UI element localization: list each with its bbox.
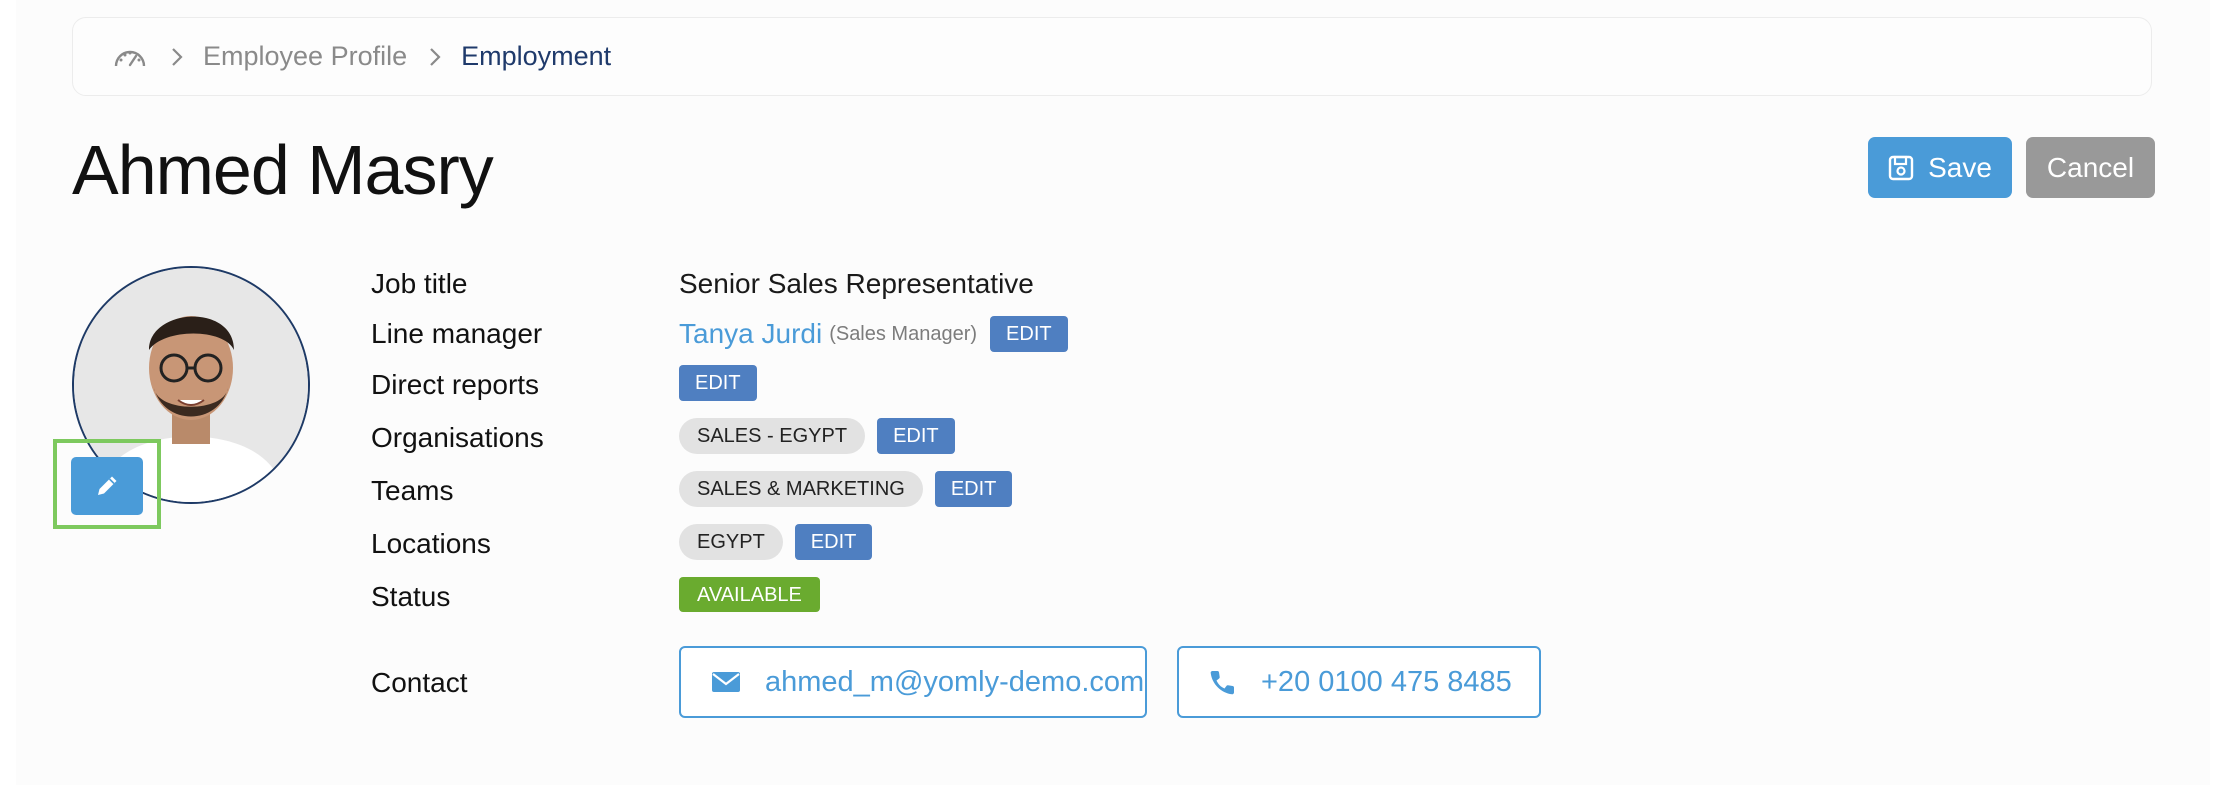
job-title-label: Job title bbox=[371, 268, 468, 299]
locations-label: Locations bbox=[371, 528, 491, 559]
location-tag: EGYPT bbox=[679, 524, 783, 560]
direct-reports-value: EDIT bbox=[679, 365, 757, 401]
envelope-icon bbox=[711, 671, 741, 693]
phone-icon bbox=[1209, 668, 1237, 696]
edit-photo-focus-outline bbox=[53, 439, 161, 529]
team-tag: SALES & MARKETING bbox=[679, 471, 923, 507]
contact-label: Contact bbox=[371, 667, 468, 698]
breadcrumb: Employee Profile Employment bbox=[72, 17, 2152, 96]
email-text: ahmed_m@yomly-demo.com bbox=[765, 665, 1145, 698]
edit-locations-button[interactable]: EDIT bbox=[794, 524, 873, 560]
breadcrumb-employment: Employment bbox=[461, 41, 612, 71]
cancel-button[interactable]: Cancel bbox=[2026, 137, 2155, 198]
save-button[interactable]: Save bbox=[1868, 137, 2012, 198]
phone-contact-button[interactable]: +20 0100 475 8485 bbox=[1177, 646, 1541, 718]
organisations-value: SALES - EGYPT EDIT bbox=[679, 418, 955, 454]
job-title-value: Senior Sales Representative bbox=[679, 264, 1034, 304]
edit-photo-button[interactable] bbox=[71, 457, 143, 515]
page-title: Ahmed Masry bbox=[72, 131, 494, 209]
edit-teams-button[interactable]: EDIT bbox=[934, 471, 1013, 507]
edit-direct-reports-button[interactable]: EDIT bbox=[679, 365, 757, 401]
page: Employee Profile Employment Ahmed Masry … bbox=[16, 0, 2210, 785]
teams-value: SALES & MARKETING EDIT bbox=[679, 471, 1013, 507]
save-icon bbox=[1888, 155, 1914, 180]
pencil-icon bbox=[98, 476, 117, 495]
job-title-text: Senior Sales Representative bbox=[679, 268, 1034, 299]
status-value: AVAILABLE bbox=[679, 577, 820, 612]
teams-label: Teams bbox=[371, 475, 454, 506]
direct-reports-label: Direct reports bbox=[371, 369, 540, 400]
phone-text: +20 0100 475 8485 bbox=[1261, 665, 1512, 698]
chevron-right-icon bbox=[171, 47, 183, 67]
organisations-label: Organisations bbox=[371, 422, 544, 453]
organisation-tag: SALES - EGYPT bbox=[679, 418, 866, 454]
edit-line-manager-button[interactable]: EDIT bbox=[990, 316, 1068, 352]
line-manager-value: Tanya Jurdi (Sales Manager) EDIT bbox=[679, 314, 1068, 354]
status-label: Status bbox=[371, 581, 451, 612]
cancel-label: Cancel bbox=[2046, 151, 2135, 183]
locations-value: EGYPT EDIT bbox=[679, 524, 873, 560]
breadcrumb-employee-profile[interactable]: Employee Profile bbox=[203, 41, 407, 72]
edit-organisations-button[interactable]: EDIT bbox=[877, 418, 955, 454]
line-manager-role: (Sales Manager) bbox=[829, 323, 978, 345]
chevron-right-icon bbox=[429, 47, 441, 67]
status-badge: AVAILABLE bbox=[679, 577, 820, 612]
dashboard-gauge-icon[interactable] bbox=[113, 42, 149, 72]
save-label: Save bbox=[1928, 151, 1992, 183]
line-manager-link[interactable]: Tanya Jurdi bbox=[679, 314, 822, 354]
email-contact-button[interactable]: ahmed_m@yomly-demo.com bbox=[679, 646, 1147, 718]
line-manager-label: Line manager bbox=[371, 318, 543, 349]
